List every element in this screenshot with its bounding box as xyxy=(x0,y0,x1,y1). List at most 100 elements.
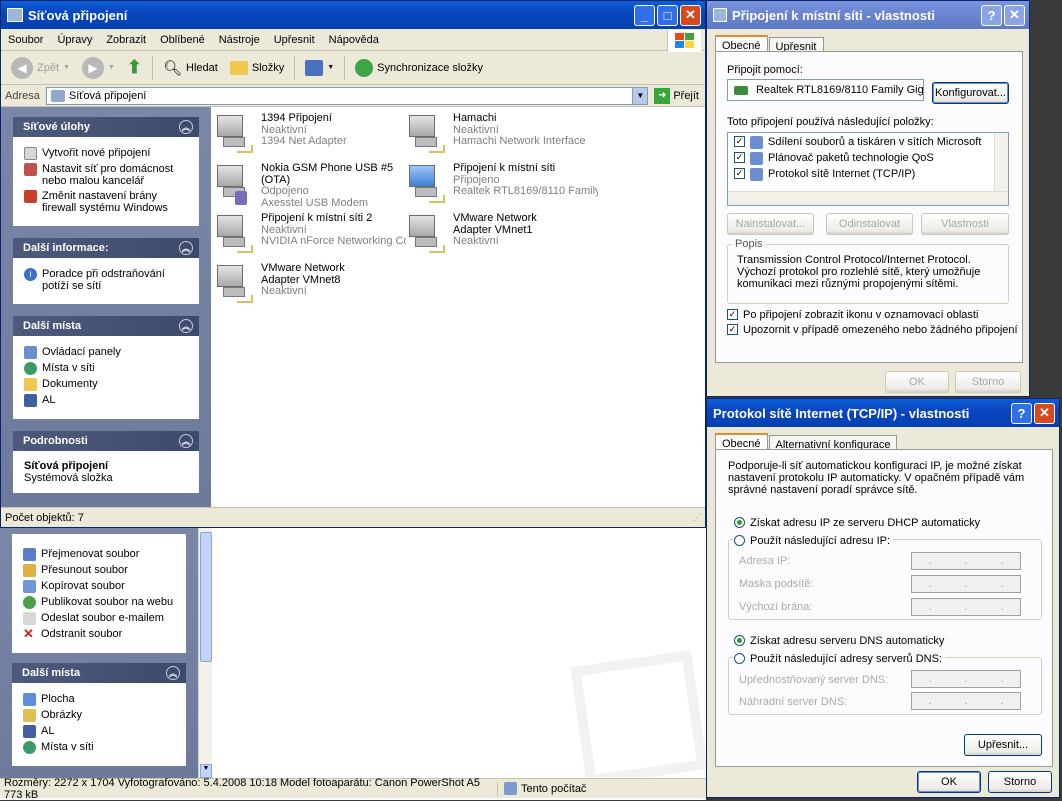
uninstall-button[interactable]: Odinstalovat xyxy=(826,213,913,235)
windows-logo-icon xyxy=(667,30,701,52)
email-file-link[interactable]: Odeslat soubor e-mailem xyxy=(23,612,175,625)
lan-cancel-button[interactable]: Storno xyxy=(955,371,1021,393)
component-item[interactable]: ✓ Protokol sítě Internet (TCP/IP) xyxy=(734,168,1002,181)
up-folder-icon: ⬆ xyxy=(126,57,142,77)
help-button[interactable]: ? xyxy=(1011,402,1032,424)
place-desktop[interactable]: Plocha xyxy=(23,693,175,706)
component-item[interactable]: ✓ Sdílení souborů a tiskáren v sítích Mic… xyxy=(734,136,1002,149)
manual-ip-radio[interactable] xyxy=(734,535,745,546)
adapter-field: Realtek RTL8169/8110 Family Gigab xyxy=(727,79,924,101)
component-item[interactable]: ✓ Plánovač paketů technologie QoS xyxy=(734,152,1002,165)
help-button[interactable]: ? xyxy=(981,4,1002,26)
address-input[interactable]: Síťová připojení ▼ xyxy=(45,86,649,105)
menu-view[interactable]: Zobrazit xyxy=(99,34,153,46)
list-hscrollbar[interactable] xyxy=(728,191,1008,205)
connection-device: Axesstel USB Modem xyxy=(261,197,368,209)
network-connection-icon xyxy=(215,113,255,157)
connection-item[interactable]: 1394 Připojení Neaktivní 1394 Net Adapter xyxy=(215,112,410,157)
advanced-button[interactable]: Upřesnit... xyxy=(964,734,1042,756)
rename-file-link[interactable]: Přejmenovat soubor xyxy=(23,548,175,561)
properties-button[interactable]: Vlastnosti xyxy=(921,213,1009,235)
close-button[interactable]: ✕ xyxy=(1004,4,1025,26)
home-network-link[interactable]: Nastavit síť pro domácnost nebo malou ka… xyxy=(24,163,188,187)
publish-file-link[interactable]: Publikovat soubor na webu xyxy=(23,596,175,609)
ip-address-field[interactable]: ... xyxy=(911,552,1021,570)
gateway-field[interactable]: ... xyxy=(911,598,1021,616)
connection-item[interactable]: Hamachi Neaktivní Hamachi Network Interfac… xyxy=(407,112,602,157)
search-button[interactable]: 🔍︎ Hledat xyxy=(159,59,222,77)
connection-item[interactable]: Připojení k místní síti Připojeno Realtek … xyxy=(407,162,602,207)
place-network[interactable]: Místa v síti xyxy=(23,741,175,754)
details-header[interactable]: Podrobnosti ︽ xyxy=(13,431,199,451)
connection-item[interactable]: Nokia GSM Phone USB #5 (OTA) Odpojeno Axes… xyxy=(215,162,410,209)
menu-edit[interactable]: Úpravy xyxy=(50,34,99,46)
close-button[interactable]: ✕ xyxy=(1034,402,1055,424)
tcpip-dialog-titlebar[interactable]: Protokol sítě Internet (TCP/IP) - vlastn… xyxy=(707,399,1059,427)
menu-help[interactable]: Nápověda xyxy=(322,34,386,46)
component-checkbox[interactable]: ✓ xyxy=(734,168,745,179)
manual-ip-option[interactable]: Použít následující adresu IP: xyxy=(734,535,894,547)
configure-button[interactable]: Konfigurovat... xyxy=(932,82,1009,104)
component-checkbox[interactable]: ✓ xyxy=(734,152,745,163)
manual-dns-option[interactable]: Použít následující adresy serverů DNS: xyxy=(734,653,945,665)
bg-scrollbar[interactable]: ▼ xyxy=(198,528,212,780)
resize-grip-icon[interactable]: ⋰ xyxy=(693,512,702,523)
back-button[interactable]: ◀ Zpět ▼ xyxy=(7,56,74,79)
lan-dialog-titlebar[interactable]: Připojení k místní síti - vlastnosti ? ✕ xyxy=(707,1,1029,29)
forward-button[interactable]: ▶ ▼ xyxy=(78,56,119,79)
documents-link[interactable]: Dokumenty xyxy=(24,378,188,391)
folders-button[interactable]: Složky xyxy=(226,60,288,75)
component-checkbox[interactable]: ✓ xyxy=(734,136,745,147)
address-dropdown-icon[interactable]: ▼ xyxy=(632,87,648,104)
control-panel-link[interactable]: Ovládací panely xyxy=(24,346,188,359)
move-file-link[interactable]: Přesunout soubor xyxy=(23,564,175,577)
manual-dns-radio[interactable] xyxy=(734,653,745,664)
place-al[interactable]: AL xyxy=(23,725,175,738)
lan-ok-button[interactable]: OK xyxy=(885,371,949,393)
delete-file-link[interactable]: ✕ Odstranit soubor xyxy=(23,627,175,641)
notify-option[interactable]: ✓ Upozornit v případě omezeného nebo žádn… xyxy=(727,324,1018,336)
network-connection-icon xyxy=(407,213,447,257)
bg-places-header[interactable]: Další místa ︽ xyxy=(12,663,186,683)
menu-file[interactable]: Soubor xyxy=(1,34,50,46)
maximize-button[interactable]: □ xyxy=(657,4,678,26)
place-pictures[interactable]: Obrázky xyxy=(23,709,175,722)
alternate-dns-field[interactable]: ... xyxy=(911,692,1021,710)
connection-item[interactable]: Připojení k místní síti 2 Neaktivní NVIDIA… xyxy=(215,212,410,257)
minimize-button[interactable]: _ xyxy=(634,4,655,26)
show-icon-option[interactable]: ✓ Po připojení zobrazit ikonu v oznamovac… xyxy=(727,309,978,321)
auto-ip-option[interactable]: Získat adresu IP ze serveru DHCP automat… xyxy=(734,517,980,529)
troubleshooter-link[interactable]: i Poradce při odstraňování potíží se sítí xyxy=(24,268,188,292)
go-button[interactable]: ➜ Přejít xyxy=(654,87,699,104)
auto-dns-option[interactable]: Získat adresu serveru DNS automaticky xyxy=(734,635,944,647)
tcpip-ok-button[interactable]: OK xyxy=(917,771,981,793)
up-button[interactable]: ⬆ xyxy=(123,57,146,78)
explorer-titlebar[interactable]: Síťová připojení _ □ ✕ xyxy=(1,1,705,29)
show-icon-checkbox[interactable]: ✓ xyxy=(727,309,738,320)
al-link[interactable]: AL xyxy=(24,394,188,407)
create-connection-link[interactable]: Vytvořit nové připojení xyxy=(24,147,188,160)
menu-advanced[interactable]: Upřesnit xyxy=(267,34,322,46)
connection-item[interactable]: VMware Network Adapter VMnet8 Neaktivní xyxy=(215,262,410,307)
connection-item[interactable]: VMware Network Adapter VMnet1 Neaktivní xyxy=(407,212,602,257)
close-button[interactable]: ✕ xyxy=(680,4,701,26)
tcpip-cancel-button[interactable]: Storno xyxy=(988,771,1052,793)
auto-dns-radio[interactable] xyxy=(734,635,745,646)
copy-file-link[interactable]: Kopírovat soubor xyxy=(23,580,175,593)
other-places-header[interactable]: Další místa ︽ xyxy=(13,316,199,336)
sync-button[interactable]: Synchronizace složky xyxy=(351,58,487,77)
subnet-mask-field[interactable]: ... xyxy=(911,575,1021,593)
install-button[interactable]: Nainstalovat... xyxy=(727,213,814,235)
menu-favorites[interactable]: Oblíbené xyxy=(153,34,212,46)
notify-checkbox[interactable]: ✓ xyxy=(727,324,738,335)
list-vscrollbar[interactable] xyxy=(994,133,1008,191)
firewall-link[interactable]: Změnit nastavení brány firewall systému … xyxy=(24,190,188,214)
views-button[interactable]: ▼ xyxy=(301,59,338,76)
network-tasks-header[interactable]: Síťové úlohy ︽ xyxy=(13,117,199,137)
network-places-link[interactable]: Místa v síti xyxy=(24,362,188,375)
auto-ip-radio[interactable] xyxy=(734,517,745,528)
network-folder-small-icon xyxy=(50,89,65,102)
preferred-dns-field[interactable]: ... xyxy=(911,670,1021,688)
menu-tools[interactable]: Nástroje xyxy=(212,34,267,46)
more-info-header[interactable]: Další informace: ︽ xyxy=(13,238,199,258)
